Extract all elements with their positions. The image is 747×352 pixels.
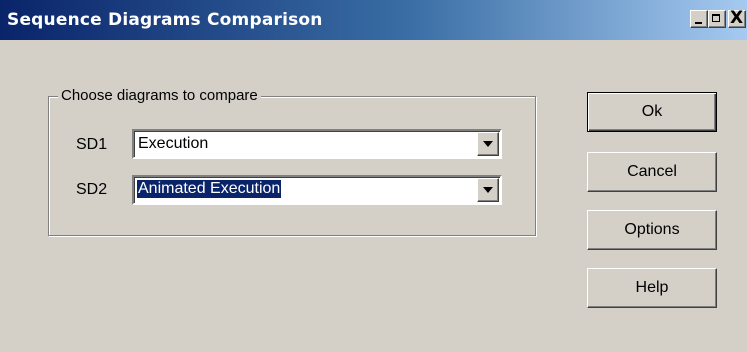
cancel-button[interactable]: Cancel — [587, 152, 717, 192]
sd1-selected-value: Execution — [138, 135, 209, 152]
minimize-icon — [695, 22, 702, 24]
sd2-label: SD2 — [76, 181, 108, 198]
window-title: Sequence Diagrams Comparison — [7, 10, 323, 30]
maximize-button[interactable] — [708, 10, 726, 28]
sd2-dropdown-button[interactable] — [477, 178, 499, 202]
sd1-dropdown[interactable]: Execution — [132, 129, 502, 159]
group-label: Choose diagrams to compare — [58, 87, 261, 104]
sd1-label: SD1 — [76, 136, 108, 153]
maximize-icon — [712, 14, 720, 22]
close-button[interactable]: X — [728, 8, 746, 28]
sd2-selected-value: Animated Execution — [137, 180, 282, 198]
ok-button[interactable]: Ok — [587, 92, 717, 132]
options-button[interactable]: Options — [587, 210, 717, 250]
sd2-dropdown[interactable]: Animated Execution — [132, 175, 502, 205]
help-button[interactable]: Help — [587, 268, 717, 308]
minimize-button[interactable] — [690, 10, 708, 28]
close-icon: X — [730, 8, 744, 28]
sd1-dropdown-button[interactable] — [477, 132, 499, 156]
title-bar[interactable]: Sequence Diagrams Comparison X — [0, 0, 747, 40]
chevron-down-icon — [483, 141, 493, 147]
chevron-down-icon — [483, 187, 493, 193]
diagram-choice-group — [48, 96, 536, 236]
